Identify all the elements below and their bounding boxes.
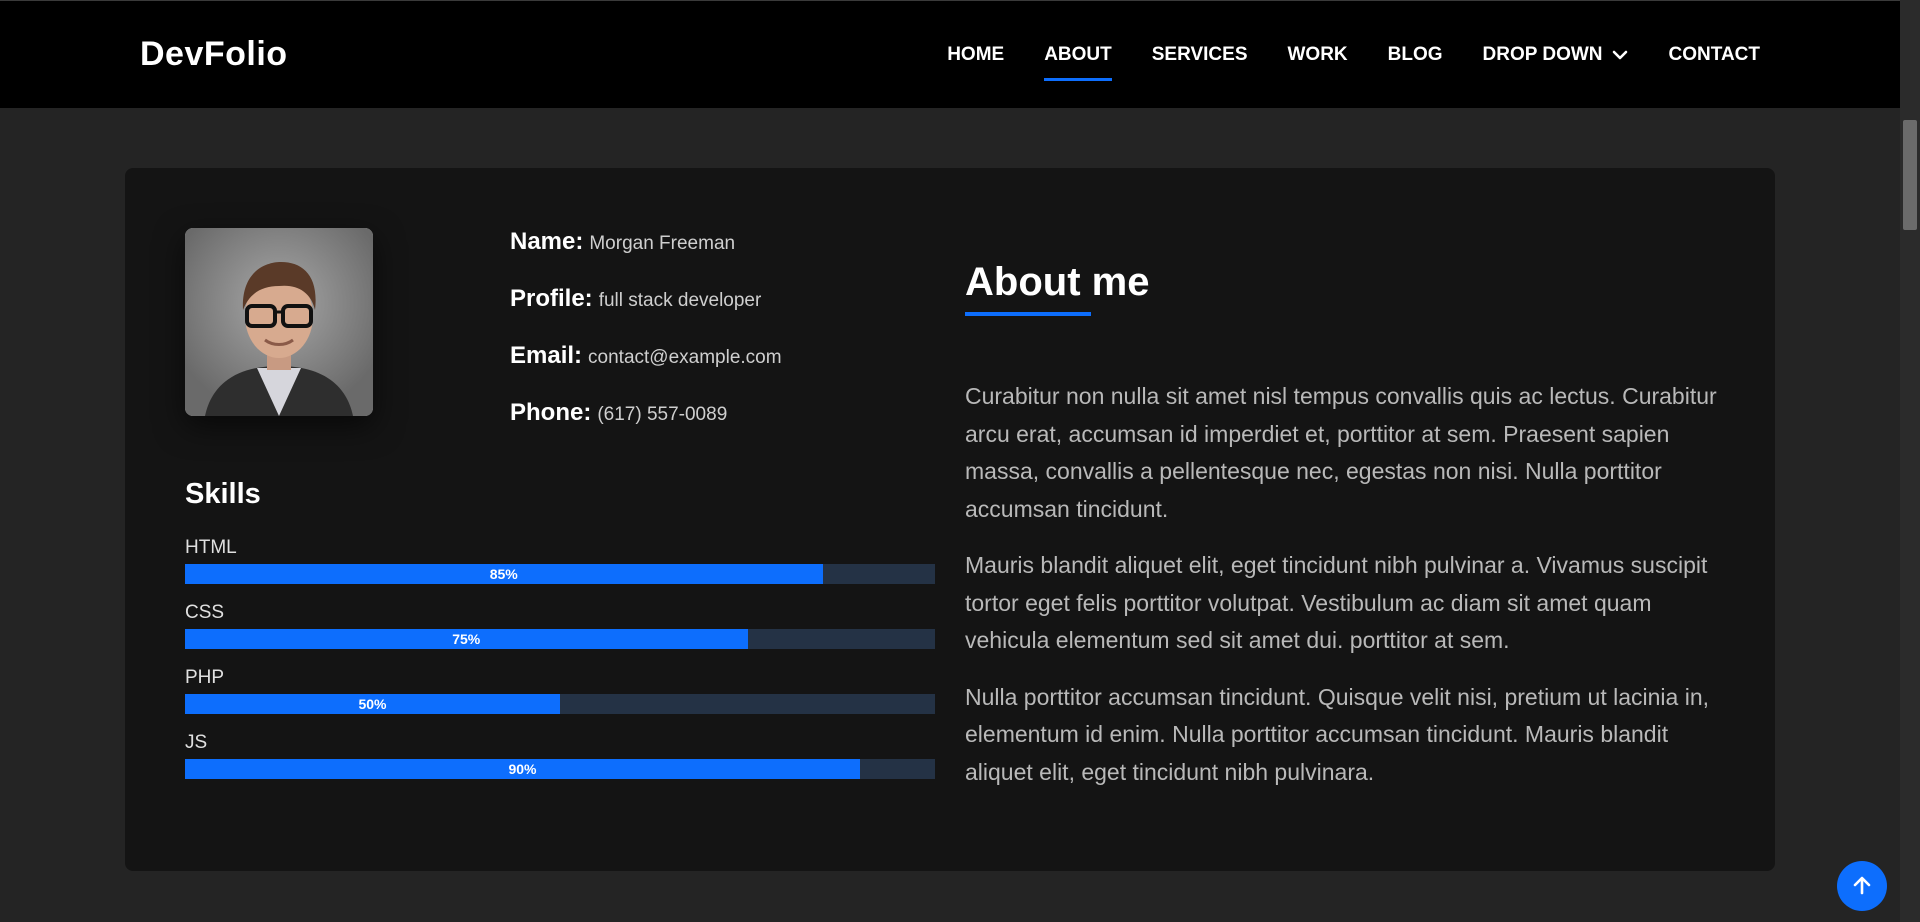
skill-name: CSS <box>185 602 225 623</box>
skills-heading: Skills <box>185 478 261 510</box>
profile-photo <box>185 228 373 416</box>
about-card: Name: Morgan Freeman Profile: full stack… <box>125 168 1775 871</box>
main-nav: HOME ABOUT SERVICES WORK BLOG DROP DOWN … <box>907 1 1760 109</box>
phone-label: Phone: <box>510 399 592 426</box>
email-label: Email: <box>510 342 583 369</box>
about-paragraph: Mauris blandit aliquet elit, eget tincid… <box>965 552 1708 653</box>
about-heading: About me <box>965 260 1150 304</box>
progress-track: 85% <box>185 564 935 584</box>
skill-css: CSS 75% <box>185 601 935 666</box>
top-navbar: DevFolio HOME ABOUT SERVICES WORK BLOG D… <box>0 0 1900 108</box>
progress-track: 90% <box>185 759 935 779</box>
skill-name: HTML <box>185 537 237 558</box>
progress-fill: 50% <box>185 694 560 714</box>
scrollbar-thumb[interactable] <box>1903 120 1917 230</box>
skill-name: JS <box>185 732 208 753</box>
nav-blog[interactable]: BLOG <box>1388 1 1443 109</box>
about-paragraph: Curabitur non nulla sit amet nisl tempus… <box>965 383 1717 522</box>
profile-avatar <box>185 228 373 416</box>
profile-label: Profile: <box>510 285 593 312</box>
chevron-down-icon <box>1612 50 1627 60</box>
nav-contact[interactable]: CONTACT <box>1669 1 1760 109</box>
nav-work[interactable]: WORK <box>1288 1 1348 109</box>
back-to-top-button[interactable] <box>1837 861 1887 911</box>
site-logo[interactable]: DevFolio <box>140 35 288 74</box>
skill-js: JS 90% <box>185 731 935 796</box>
skills-list: HTML 85% CSS 75% PHP 50% JS 90% <box>185 536 935 796</box>
skill-html: HTML 85% <box>185 536 935 601</box>
nav-dropdown-label: DROP DOWN <box>1482 44 1603 65</box>
skill-php: PHP 50% <box>185 666 935 731</box>
phone-value: (617) 557-0089 <box>597 404 728 425</box>
name-value: Morgan Freeman <box>589 233 736 254</box>
nav-home-label: HOME <box>947 44 1005 65</box>
progress-fill: 85% <box>185 564 823 584</box>
nav-services-label: SERVICES <box>1151 44 1248 65</box>
nav-about-label: ABOUT <box>1044 44 1112 65</box>
email-value: contact@example.com <box>588 347 782 368</box>
nav-services[interactable]: SERVICES <box>1152 1 1248 109</box>
nav-work-label: WORK <box>1287 44 1348 65</box>
profile-value: full stack developer <box>598 290 762 311</box>
about-text: Curabitur non nulla sit amet nisl tempus… <box>965 378 1725 810</box>
nav-dropdown[interactable]: DROP DOWN <box>1483 1 1629 109</box>
info-profile: Profile: full stack developer <box>510 285 782 342</box>
info-phone: Phone: (617) 557-0089 <box>510 399 782 456</box>
page-scrollbar[interactable] <box>1900 0 1920 922</box>
name-label: Name: <box>510 228 584 255</box>
heading-underline <box>965 312 1091 316</box>
nav-home[interactable]: HOME <box>947 1 1004 109</box>
nav-about[interactable]: ABOUT <box>1044 1 1112 109</box>
info-name: Name: Morgan Freeman <box>510 228 782 285</box>
progress-track: 75% <box>185 629 935 649</box>
nav-contact-label: CONTACT <box>1668 44 1760 65</box>
nav-blog-label: BLOG <box>1387 44 1443 65</box>
profile-info: Name: Morgan Freeman Profile: full stack… <box>510 228 782 456</box>
progress-fill: 75% <box>185 629 748 649</box>
skill-name: PHP <box>185 667 225 688</box>
progress-track: 50% <box>185 694 935 714</box>
info-email: Email: contact@example.com <box>510 342 782 399</box>
arrow-up-icon <box>1853 876 1871 895</box>
about-paragraph: Nulla porttitor accumsan tincidunt. Quis… <box>965 683 1710 785</box>
progress-fill: 90% <box>185 759 860 779</box>
